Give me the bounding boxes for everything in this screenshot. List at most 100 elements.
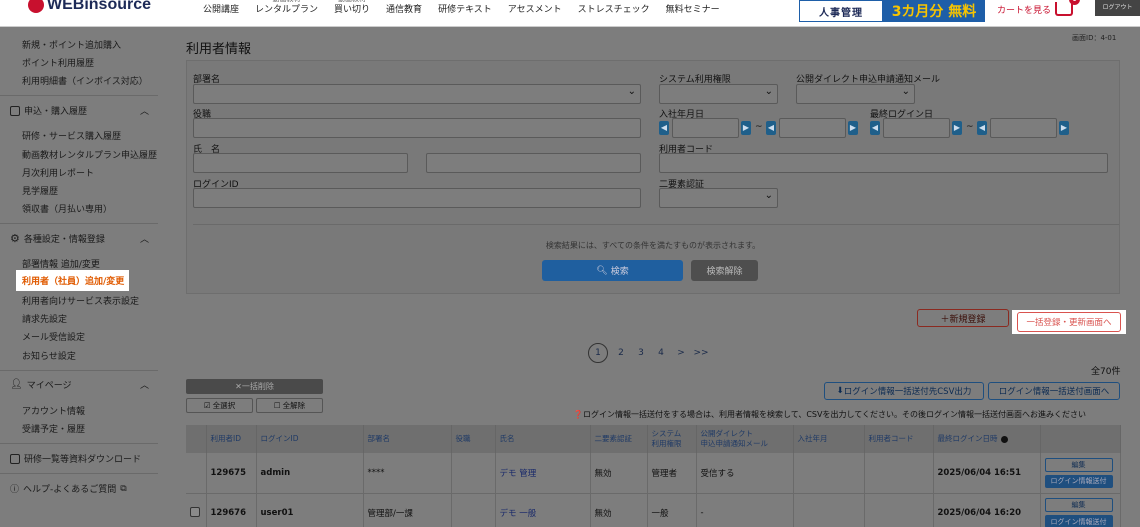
lastlogin-to-prev-icon[interactable]: ◀ (977, 121, 987, 135)
cell-mail: - (696, 493, 794, 527)
page-link[interactable]: 3 (632, 344, 650, 362)
last-name-input[interactable] (193, 153, 408, 173)
sidebar-section-download[interactable]: 研修一覧等資料ダウンロード (10, 452, 158, 465)
page-link[interactable]: > (672, 344, 690, 362)
sidebar-link[interactable]: ポイント利用履歴 (22, 56, 94, 69)
clear-search-button[interactable]: 検索解除 (691, 260, 758, 281)
select-all-label: 全選択 (212, 401, 236, 410)
role-input[interactable] (193, 118, 641, 138)
sidebar-divider (0, 370, 158, 371)
table-header: システム 利用権限 (647, 425, 697, 453)
nav-item[interactable]: 公開講座 (195, 0, 247, 27)
sidebar-link-active[interactable]: 利用者（社員）追加/変更 (16, 270, 129, 291)
cell-name[interactable]: デモ 管理 (495, 453, 591, 494)
row-checkbox[interactable] (190, 506, 200, 517)
joined-from-input[interactable] (672, 118, 739, 138)
lastlogin-from-next-icon[interactable]: ▶ (952, 121, 962, 135)
deselect-all-button[interactable]: ☐ 全解除 (256, 398, 323, 413)
sidebar-link[interactable]: 利用明細書（インボイス対応） (22, 74, 148, 87)
search-button-label: 検索 (610, 267, 629, 277)
sidebar-link[interactable]: お知らせ設定 (22, 349, 76, 362)
sidebar-link[interactable]: 請求先設定 (22, 312, 67, 325)
nav-item-label: 買い切り (334, 5, 371, 15)
sidebar-link[interactable]: アカウント情報 (22, 404, 85, 417)
logo-mark-icon (28, 0, 44, 13)
page-link[interactable]: 1 (588, 343, 608, 363)
table-header: 公開ダイレクト 申込申請通知メール (696, 425, 794, 453)
cell-twofa: 無効 (590, 493, 648, 527)
table-header: 入社年月 (793, 425, 865, 453)
usercode-input[interactable] (659, 153, 1108, 173)
users-table: 利用者ID ログインID 部署名 役職 氏名 二要素認証 システム 利用権限 公開ダイレクト … (186, 425, 1121, 527)
search-button[interactable]: 🔍︎ 検索 (542, 260, 683, 281)
table-header: 利用者ID (206, 425, 257, 453)
sidebar-link[interactable]: 見学履歴 (22, 184, 58, 197)
sidebar-link[interactable]: 部署情報 追加/変更 (22, 257, 100, 270)
direct-mail-select[interactable] (796, 84, 915, 104)
joined-from-next-icon[interactable]: ▶ (741, 121, 751, 135)
logout-button[interactable]: ログアウト (1095, 0, 1140, 16)
new-register-button[interactable]: ＋新規登録 (917, 309, 1009, 327)
chevron-up-icon: ︿ (140, 107, 150, 117)
nav-item[interactable]: ストレスチェック (570, 0, 658, 27)
info-icon (1000, 435, 1008, 443)
nav-item[interactable]: 研修テキスト (430, 0, 500, 27)
sidebar-section-mypage[interactable]: 👤︎ マイページ ︿ (10, 378, 158, 391)
cell-name[interactable]: デモ 一般 (495, 493, 591, 527)
lastlogin-to-next-icon[interactable]: ▶ (1059, 121, 1069, 135)
bulk-delete-button[interactable]: ✕一括削除 (186, 379, 323, 394)
banner-jinji[interactable]: 人事管理 (799, 0, 883, 22)
nav-item-label: ストレスチェック (577, 5, 650, 15)
nav-item[interactable]: 動画教材買い切り (326, 0, 378, 27)
sidebar-link[interactable]: 動画教材レンタルプラン申込履歴 (22, 148, 157, 161)
sidebar-section-purchase[interactable]: 申込・購入履歴 ︿ (10, 104, 158, 117)
twofa-select[interactable] (659, 188, 778, 208)
send-login-info-button[interactable]: ログイン情報送付 (1044, 515, 1113, 527)
cart-button[interactable]: カートを見る 1 (997, 0, 1081, 16)
sidebar-link[interactable]: 利用者向けサービス表示設定 (22, 294, 139, 307)
sidebar-link[interactable]: 新規・ポイント追加購入 (22, 38, 121, 51)
nav-item[interactable]: 通信教育 (378, 0, 430, 27)
lastlogin-from-prev-icon[interactable]: ◀ (870, 121, 880, 135)
banner-free-trial[interactable]: 3カ月分 無料 (883, 0, 985, 22)
edit-button[interactable]: 編集 (1044, 457, 1113, 472)
joined-to-next-icon[interactable]: ▶ (848, 121, 858, 135)
nav-item[interactable]: 無料セミナー (658, 0, 728, 27)
dept-select[interactable] (193, 84, 641, 104)
cell-id: 129676 (206, 493, 257, 527)
page-link[interactable]: 4 (652, 344, 670, 362)
sidebar-section-settings[interactable]: ⚙ 各種設定・情報登録 ︿ (10, 232, 158, 245)
site-logo[interactable]: WEBinsource (28, 0, 151, 16)
page-link[interactable]: >> (692, 344, 710, 362)
nav-item-label: レンタルプラン (255, 5, 319, 15)
csv-export-button[interactable]: ⬇ ログイン情報一括送付先CSV出力 (824, 382, 984, 400)
row-checkbox-cell (186, 453, 207, 494)
sidebar-link[interactable]: メール受信設定 (22, 330, 85, 343)
table-header: ログインID (256, 425, 364, 453)
edit-button[interactable]: 編集 (1044, 498, 1113, 512)
nav-item[interactable]: 動画教材レンタルプラン (247, 0, 326, 27)
nav-item[interactable]: アセスメント (500, 0, 570, 27)
logo-text: WEBinsource (47, 0, 152, 13)
joined-from-prev-icon[interactable]: ◀ (659, 121, 669, 135)
first-name-input[interactable] (426, 153, 641, 173)
lastlogin-to-input[interactable] (990, 118, 1057, 138)
select-all-button[interactable]: ☑ 全選択 (186, 398, 253, 413)
sidebar-link[interactable]: 領収書（月払い専用） (22, 202, 112, 215)
cart-icon: 1 (1055, 0, 1081, 16)
csv-export-label: ログイン情報一括送付先CSV出力 (843, 387, 972, 397)
lastlogin-from-input[interactable] (883, 118, 950, 138)
send-login-info-button[interactable]: ログイン情報送付 (1044, 474, 1113, 488)
question-icon: ❓ (573, 410, 583, 419)
login-id-input[interactable] (193, 188, 641, 208)
bulk-register-button[interactable]: 一括登録・更新画面へ (1012, 310, 1126, 334)
sysperm-select[interactable] (659, 84, 778, 104)
sidebar-link[interactable]: 研修・サービス購入履歴 (22, 129, 121, 142)
page-link[interactable]: 2 (612, 344, 630, 362)
sidebar-section-help[interactable]: ⓘ ヘルプ-よくあるご質問 ⧉ (10, 482, 158, 496)
joined-to-prev-icon[interactable]: ◀ (766, 121, 776, 135)
bulk-send-button[interactable]: ログイン情報一括送付画面へ (988, 382, 1120, 400)
sidebar-link[interactable]: 月次利用レポート (22, 166, 94, 179)
joined-to-input[interactable] (779, 118, 846, 138)
sidebar-link[interactable]: 受講予定・履歴 (22, 422, 85, 435)
